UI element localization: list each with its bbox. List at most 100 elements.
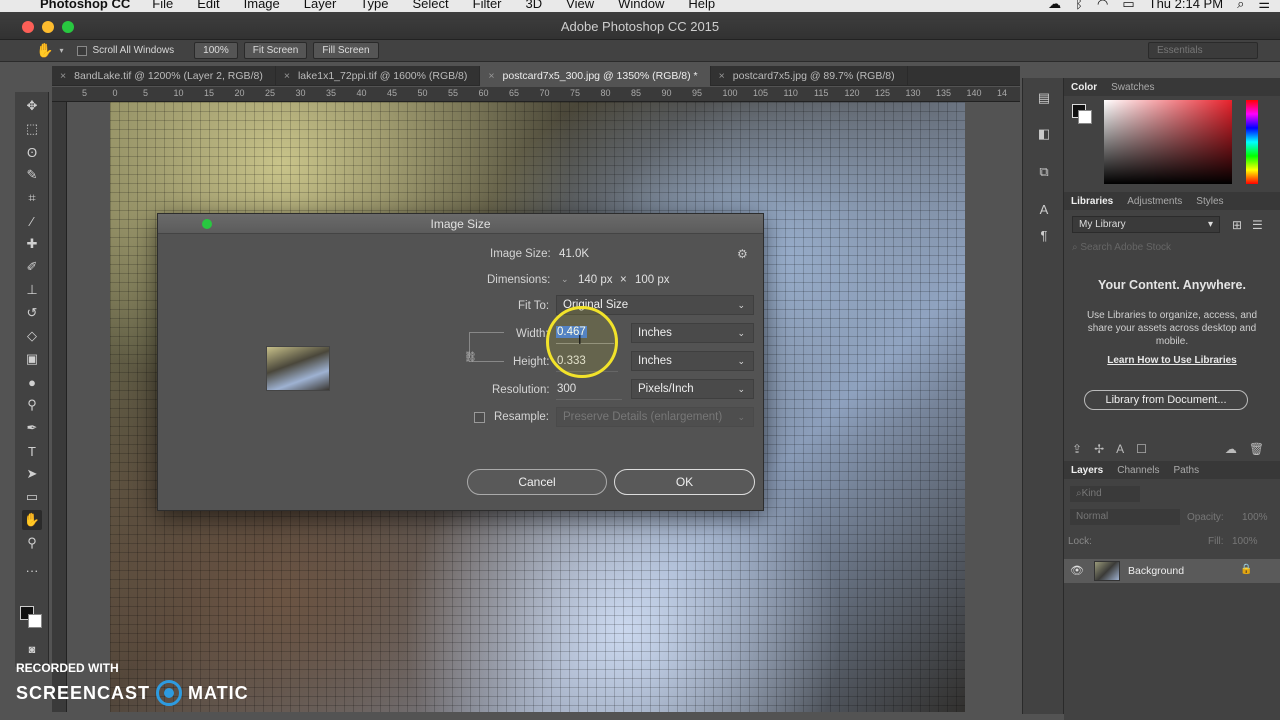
menu-help[interactable]: Help (688, 0, 715, 11)
dialog-zoom-icon[interactable] (202, 219, 212, 229)
layer-row-background[interactable]: 👁 Background 🔒 (1064, 559, 1280, 583)
list-icon[interactable]: ☰ (1258, 0, 1270, 12)
clone-stamp-tool-icon[interactable]: ⊥ (22, 280, 42, 300)
tab-styles[interactable]: Styles (1189, 196, 1230, 207)
quick-mask-icon[interactable]: ◙ (22, 640, 42, 660)
zoom-100-button[interactable]: 100% (194, 42, 238, 59)
lasso-tool-icon[interactable]: ʘ (22, 142, 42, 162)
chevron-down-icon[interactable]: ▾ (59, 46, 63, 55)
gradient-tool-icon[interactable]: ▣ (22, 349, 42, 369)
tab-libraries[interactable]: Libraries (1064, 196, 1120, 207)
layer-name[interactable]: Background (1128, 565, 1184, 577)
blur-tool-icon[interactable]: ● (22, 372, 42, 392)
pen-tool-icon[interactable]: ✒ (22, 418, 42, 438)
marquee-tool-icon[interactable]: ⬚ (22, 119, 42, 139)
menu-type[interactable]: Type (360, 0, 388, 11)
path-selection-tool-icon[interactable]: ➤ (22, 464, 42, 484)
blend-mode-select[interactable]: Normal (1070, 509, 1180, 525)
tab-paths[interactable]: Paths (1167, 465, 1207, 476)
dimensions-unit-chevron-icon[interactable]: ⌄ (561, 274, 569, 285)
upload-icon[interactable]: ⇪ (1072, 442, 1082, 456)
hue-slider[interactable] (1246, 100, 1258, 184)
search-icon[interactable]: ⌕ (1237, 0, 1244, 12)
tab-8andlake[interactable]: × 8andLake.tif @ 1200% (Layer 2, RGB/8) (52, 66, 276, 86)
gear-icon[interactable]: ⚙ (737, 247, 748, 261)
battery-icon[interactable]: ▭ (1122, 0, 1134, 12)
workspace-select[interactable]: Essentials (1148, 42, 1258, 59)
resample-checkbox[interactable] (474, 412, 485, 423)
move-tool-icon[interactable]: ✥ (22, 96, 42, 116)
resample-method-select[interactable]: Preserve Details (enlargement) ⌄ (556, 407, 754, 427)
close-tab-icon[interactable]: × (284, 70, 290, 82)
dodge-tool-icon[interactable]: ⚲ (22, 395, 42, 415)
background-color-swatch[interactable] (28, 614, 42, 628)
type-tool-icon[interactable]: T (22, 441, 42, 461)
menu-app-name[interactable]: Photoshop CC (40, 0, 130, 11)
fill-value[interactable]: 100% (1232, 536, 1258, 547)
menu-select[interactable]: Select (412, 0, 448, 11)
menu-filter[interactable]: Filter (473, 0, 502, 11)
tab-swatches[interactable]: Swatches (1104, 82, 1161, 93)
resolution-input[interactable]: 300 (556, 380, 622, 400)
ok-button[interactable]: OK (614, 469, 755, 495)
add-char-style-icon[interactable]: A (1116, 442, 1124, 456)
tab-postcard-300[interactable]: × postcard7x5_300.jpg @ 1350% (RGB/8) * (480, 66, 711, 86)
bluetooth-icon[interactable]: ᛒ (1075, 0, 1083, 11)
menu-edit[interactable]: Edit (197, 0, 219, 11)
list-view-icon[interactable]: ☰ (1252, 218, 1263, 232)
character-panel-icon[interactable]: A (1035, 202, 1053, 220)
color-picker-field[interactable] (1104, 100, 1232, 184)
add-layer-style-icon[interactable]: ☐ (1136, 442, 1147, 456)
library-learn-link[interactable]: Learn How to Use Libraries (1064, 355, 1280, 366)
opacity-value[interactable]: 100% (1242, 512, 1268, 523)
close-tab-icon[interactable]: × (60, 70, 66, 82)
hand-tool-icon[interactable]: ✋ (22, 510, 42, 530)
tab-layers[interactable]: Layers (1064, 465, 1110, 476)
menu-clock[interactable]: Thu 2:14 PM (1149, 0, 1223, 11)
library-from-document-button[interactable]: Library from Document... (1084, 390, 1248, 410)
menu-view[interactable]: View (566, 0, 594, 11)
brush-tool-icon[interactable]: ✐ (22, 257, 42, 277)
layer-kind-filter[interactable]: ⌕Kind (1070, 486, 1140, 502)
tab-adjustments[interactable]: Adjustments (1120, 196, 1189, 207)
constrain-proportions-link-icon[interactable]: ⛓ (464, 352, 477, 363)
eraser-tool-icon[interactable]: ◇ (22, 326, 42, 346)
eye-icon[interactable]: 👁 (1070, 564, 1084, 577)
scroll-all-windows-checkbox[interactable] (77, 45, 88, 56)
library-select[interactable]: My Library ▾ (1072, 216, 1220, 233)
rectangle-tool-icon[interactable]: ▭ (22, 487, 42, 507)
menu-3d[interactable]: 3D (526, 0, 543, 11)
width-unit-select[interactable]: Inches ⌄ (631, 323, 754, 343)
wifi-icon[interactable]: ◠ (1097, 0, 1108, 12)
height-unit-select[interactable]: Inches ⌄ (631, 351, 754, 371)
crop-tool-icon[interactable]: ⌗ (22, 188, 42, 208)
tab-color[interactable]: Color (1064, 82, 1104, 93)
image-preview-thumbnail[interactable] (266, 346, 330, 391)
add-color-icon[interactable]: ✢ (1094, 442, 1104, 456)
tab-channels[interactable]: Channels (1110, 465, 1166, 476)
grid-view-icon[interactable]: ⊞ (1232, 218, 1242, 232)
cancel-button[interactable]: Cancel (467, 469, 607, 495)
more-tools-icon[interactable]: ··· (22, 560, 42, 580)
zoom-tool-icon[interactable]: ⚲ (22, 533, 42, 553)
close-tab-icon[interactable]: × (488, 70, 494, 82)
eyedropper-tool-icon[interactable]: ⁄ (22, 211, 42, 231)
history-panel-icon[interactable]: ▤ (1035, 90, 1053, 108)
sync-icon[interactable]: ☁ (1225, 442, 1237, 456)
library-search-input[interactable]: ⌕ Search Adobe Stock (1072, 242, 1272, 258)
fit-screen-button[interactable]: Fit Screen (243, 42, 308, 59)
fill-screen-button[interactable]: Fill Screen (313, 42, 379, 59)
creative-cloud-icon[interactable]: ☁ (1048, 0, 1061, 12)
menu-file[interactable]: File (152, 0, 173, 11)
tab-postcard[interactable]: × postcard7x5.jpg @ 89.7% (RGB/8) (711, 66, 908, 86)
menu-window[interactable]: Window (618, 0, 664, 11)
menu-image[interactable]: Image (244, 0, 280, 11)
close-tab-icon[interactable]: × (719, 70, 725, 82)
resolution-unit-select[interactable]: Pixels/Inch ⌄ (631, 379, 754, 399)
tab-lake1x1[interactable]: × lake1x1_72ppi.tif @ 1600% (RGB/8) (276, 66, 481, 86)
properties-panel-icon[interactable]: ◧ (1035, 126, 1053, 144)
history-brush-tool-icon[interactable]: ↺ (22, 303, 42, 323)
paragraph-panel-icon[interactable]: ¶ (1035, 228, 1053, 246)
quick-select-tool-icon[interactable]: ✎ (22, 165, 42, 185)
trash-icon[interactable]: 🗑 (1249, 442, 1264, 456)
